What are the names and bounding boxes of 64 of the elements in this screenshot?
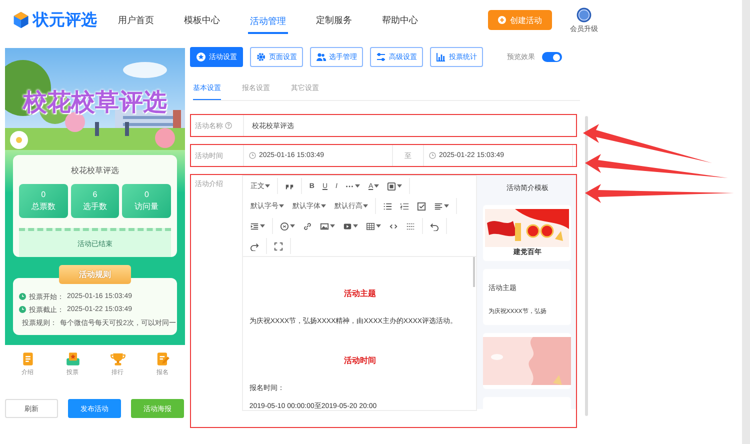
caret-icon: [265, 184, 270, 188]
stat-value: 0: [144, 190, 149, 199]
fullscreen-icon: [274, 242, 284, 250]
code-icon: [389, 222, 398, 230]
content-heading: 活动时间: [342, 355, 377, 366]
scrollbar[interactable]: [585, 116, 588, 416]
highlight-icon: [387, 182, 396, 190]
stat-label: 选手数: [83, 201, 107, 212]
stat-label: 总票数: [31, 201, 56, 212]
rules-ribbon: 活动规则: [59, 265, 131, 284]
bar-chart-icon: [436, 52, 446, 62]
trophy-icon: [110, 351, 126, 367]
clock-icon: [429, 152, 436, 159]
quote-icon: [285, 182, 294, 190]
caret-icon: [397, 184, 402, 188]
preview-toggle[interactable]: [542, 52, 562, 62]
caret-icon: [376, 224, 382, 228]
stat-label: 访问量: [134, 201, 159, 212]
stat-value: 0: [41, 190, 46, 199]
indent-icon: [250, 222, 260, 230]
bullet-list-icon: [383, 202, 392, 210]
hero-title: 校花校草评选: [21, 88, 168, 118]
caret-icon: [290, 224, 296, 228]
caret-icon: [279, 204, 284, 208]
caret-icon: [363, 204, 368, 208]
link-icon: [303, 222, 312, 230]
numbered-list-icon: [400, 202, 410, 210]
badge-icon[interactable]: [576, 6, 592, 22]
clock-icon: [19, 293, 26, 300]
stat-value: 6: [92, 190, 98, 199]
nav-link[interactable]: 帮助中心: [380, 0, 446, 40]
pencil-icon: [154, 351, 170, 367]
divider-icon: [406, 222, 416, 230]
clock-icon: [249, 152, 256, 159]
caret-icon: [353, 224, 358, 228]
card-title: 校花校草评选: [70, 165, 120, 176]
star-icon: [196, 52, 206, 62]
plus-icon: [498, 16, 506, 24]
nav-link[interactable]: 活动管理: [248, 0, 314, 40]
table-icon: [366, 222, 376, 230]
nav-link[interactable]: 定制服务: [314, 0, 380, 40]
clock-icon: [19, 306, 26, 313]
ballot-box-icon: [64, 351, 80, 367]
image-icon: [320, 222, 330, 230]
content-heading: 活动主题: [342, 288, 377, 299]
logo-text: 状元评选: [33, 10, 97, 30]
caret-icon: [444, 204, 450, 208]
checklist-icon: [417, 202, 426, 210]
people-icon: [316, 52, 326, 62]
caret-icon: [321, 204, 326, 208]
redo-icon: [250, 242, 260, 250]
nav-link[interactable]: 模板中心: [182, 0, 248, 40]
nav-link[interactable]: 用户首页: [116, 0, 182, 40]
caret-icon: [374, 184, 380, 188]
emoji-icon: [280, 222, 290, 230]
sliders-icon: [376, 52, 386, 62]
video-icon: [343, 222, 352, 230]
caret-icon: [355, 184, 360, 188]
undo-icon: [430, 222, 440, 230]
caret-icon: [260, 224, 266, 228]
align-icon: [434, 202, 444, 210]
cube-icon: [12, 11, 30, 29]
caret-icon: [330, 224, 336, 228]
gear-icon: [256, 52, 266, 62]
